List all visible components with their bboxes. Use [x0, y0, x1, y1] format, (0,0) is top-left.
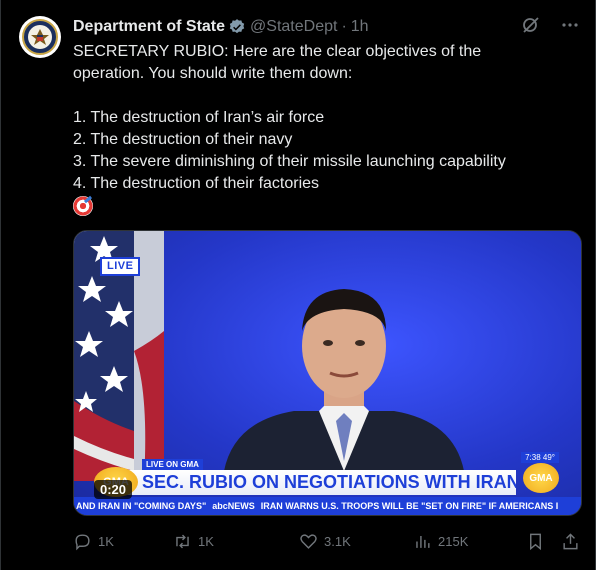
- reply-button[interactable]: 1K: [73, 532, 114, 551]
- author-handle[interactable]: @StateDept: [250, 18, 337, 36]
- live-on-label: LIVE ON GMA: [142, 459, 203, 470]
- bookmark-button[interactable]: [526, 532, 545, 551]
- tweet-actions: 1K 1K 3.1K 215K: [73, 528, 583, 554]
- tweet-card[interactable]: Department of State @StateDept · 1h SECR…: [0, 0, 596, 570]
- tweet-line: SECRETARY RUBIO: Here are the clear obje…: [73, 43, 482, 60]
- objective-item: 4. The destruction of their factories: [73, 175, 320, 192]
- ticker-text: IRAN WARNS U.S. TROOPS WILL BE "SET ON F…: [260, 501, 559, 511]
- separator-dot: ·: [341, 18, 347, 35]
- video-duration: 0:20: [94, 480, 133, 499]
- avatar[interactable]: [19, 16, 61, 58]
- reply-icon: [75, 533, 90, 550]
- news-chyron: LIVE ON GMA 7:38 49° SEC. RUBIO ON NEGOT…: [74, 452, 581, 515]
- chyron-headline: SEC. RUBIO ON NEGOTIATIONS WITH IRAN: [114, 470, 516, 495]
- grok-icon[interactable]: [521, 15, 541, 40]
- bookmark-icon: [530, 533, 541, 550]
- objective-item: 2. The destruction of their navy: [73, 131, 293, 148]
- like-button[interactable]: 3.1K: [299, 532, 351, 551]
- views-button[interactable]: 215K: [413, 532, 468, 551]
- video-player[interactable]: LIVE LIVE ON GMA 7:38 49° SEC. RUBIO ON …: [73, 230, 582, 516]
- time-temperature: 7:38 49°: [521, 452, 559, 463]
- tweet-line: operation. You should write them down:: [73, 65, 353, 82]
- live-badge: LIVE: [99, 257, 141, 276]
- abc-news-logo: abcNEWS: [212, 501, 255, 511]
- ticker-text: AND IRAN IN "COMING DAYS": [76, 501, 207, 511]
- verified-badge-icon[interactable]: [228, 18, 246, 36]
- objective-item: 1. The destruction of Iran’s air force: [73, 109, 325, 126]
- more-options-icon[interactable]: [561, 16, 579, 39]
- like-count: 3.1K: [324, 533, 351, 549]
- author-name[interactable]: Department of State: [73, 18, 225, 36]
- share-button[interactable]: [561, 532, 580, 551]
- objective-item: 3. The severe diminishing of their missi…: [73, 153, 506, 170]
- tweet-text: SECRETARY RUBIO: Here are the clear obje…: [73, 41, 583, 217]
- gma-logo: GMA: [523, 463, 559, 493]
- direct-hit-target-icon: [73, 196, 93, 217]
- retweet-icon: [176, 534, 189, 548]
- retweet-count: 1K: [198, 533, 214, 549]
- heart-icon: [300, 533, 317, 549]
- tweet-header: Department of State @StateDept · 1h: [73, 16, 579, 38]
- retweet-button[interactable]: 1K: [173, 532, 214, 551]
- views-count: 215K: [438, 533, 469, 549]
- state-department-seal-icon: [22, 19, 58, 55]
- share-icon: [563, 532, 578, 549]
- reply-count: 1K: [98, 533, 114, 549]
- views-chart-icon: [416, 535, 430, 548]
- news-ticker: AND IRAN IN "COMING DAYS" abcNEWS IRAN WAR…: [74, 497, 581, 515]
- speaker-image: [224, 289, 464, 471]
- timestamp[interactable]: 1h: [351, 18, 369, 36]
